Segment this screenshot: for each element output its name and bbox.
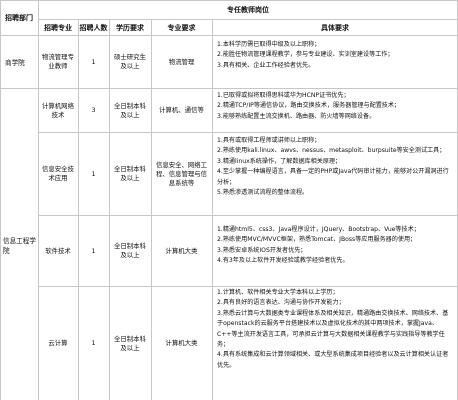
count-cell: 1 [91, 169, 96, 178]
major-cell: 云计算 [48, 339, 68, 347]
requirement-item: 2.能胜任物流管理课程教学，参与专业建设、实训室建设等工作； [217, 51, 394, 59]
requirement-item: 2.熟练使用MVC/MVVC框架，熟悉Tomcat、JBoss等应用服务器的使用… [217, 236, 417, 244]
requirement-item: 2.具有良好的语言表达、沟通与协作开发能力； [217, 299, 345, 307]
requirements-cell: 1.精通html5、css3、Java程序设计，JQuery、Bootstrap… [212, 216, 458, 286]
dept-cell: 商学院 [5, 59, 25, 67]
count-cell: 3 [91, 106, 96, 114]
header-edu: 学历要求 [116, 23, 144, 32]
header-dept: 招聘部门 [5, 14, 33, 22]
requirement-item: 1.本科学历需已取得中级及以上职称； [217, 41, 321, 48]
spec-cell: 计算机大类 [165, 246, 198, 255]
requirements-cell: 1.已取得或拟将取得思科或华为HCNP证书优先； 2.精通TCP/IP等通信协议… [212, 89, 458, 132]
major-cell: 物流管理专业教师 [42, 53, 74, 70]
requirement-item: 2.熟练使用kali.linux、awvs、nessus、metasploit、… [217, 147, 446, 155]
count-cell: 1 [91, 57, 96, 66]
spec-cell: 计算机、通信等 [159, 106, 204, 114]
count-cell: 1 [91, 339, 96, 347]
edu-cell: 全日制本科及以上 [114, 334, 146, 352]
header-group: 专任教师岗位 [227, 6, 269, 14]
spec-cell: 物流管理 [168, 57, 195, 66]
count-cell: 1 [91, 246, 96, 255]
requirement-item: 1.具有或取得工程师或讲师以上职称； [217, 137, 321, 144]
edu-cell: 全日制本科及以上 [114, 242, 146, 259]
requirement-item: 3.能够熟练配置主流交换机、路由器、防火墙等网络设备。 [217, 112, 376, 120]
requirement-item: 1.精通html5、css3、Java程序设计，JQuery、Bootstrap… [217, 226, 420, 233]
spec-cell: 计算机大类 [165, 339, 198, 347]
requirement-item: 4.具有系统集成和云计算领域相关、或大型系统集成项目经验者以及云计算相关认证者优… [217, 351, 449, 369]
requirement-item: 1.已取得或拟将取得思科或华为HCNP证书优先； [217, 92, 350, 99]
header-spec: 专业要求 [167, 23, 196, 32]
requirement-item: 3.精通linux系统操作，了解数据库相关原理； [217, 157, 342, 165]
edu-cell: 全日制本科及以上 [114, 165, 146, 182]
requirements-cell: 1.本科学历需已取得中级及以上职称； 2.能胜任物流管理课程教学，参与专业建设、… [212, 36, 458, 88]
requirements-cell: 1.计算机、软件相关专业大学本科以上学历； 2.具有良好的语言表达、沟通与协作开… [212, 287, 458, 400]
header-major: 招聘专业 [44, 23, 72, 32]
requirement-item: 3.熟悉安卓系统IOS开发者优先； [217, 246, 307, 254]
header-count: 招聘人数 [79, 23, 108, 32]
requirement-item: 4.至少掌握一种编程语言，具备一定的PHP或Java代码审计能力，能够对公开漏洞… [217, 168, 449, 186]
major-cell: 信息安全技术应用 [42, 165, 74, 182]
requirements-cell: 1.具有或取得工程师或讲师以上职称； 2.熟练使用kali.linux、awvs… [212, 133, 458, 215]
requirement-item: 3.具有相关、企业工作经验者优先。 [217, 61, 315, 69]
edu-cell: 硕士研究生及以上 [114, 53, 146, 70]
requirement-item: 4.有3年及以上软件开发经验或教学经验者优先。 [217, 257, 349, 265]
dept-cell: 信息工程学院 [3, 236, 36, 255]
edu-cell: 全日制本科及以上 [114, 101, 146, 119]
requirement-item: 1.计算机、软件相关专业大学本科以上学历； [217, 289, 339, 296]
major-cell: 软件技术 [45, 246, 71, 255]
spec-cell: 信息安全、网络工程、信息管理与信息系统等 [155, 160, 208, 187]
requirement-item: 5.熟悉渗透测试流程的整体流程。 [217, 189, 309, 197]
requirement-item: 2.精通TCP/IP等通信协议，路由交换技术，服务器管理与配置技术； [217, 102, 401, 110]
requirement-item: 3.熟悉云计算与大数据类专业课程体系及相关知识，精通路由交换技术、网络技术、基于… [217, 309, 449, 349]
major-cell: 计算机网络技术 [42, 101, 74, 119]
header-detail: 具体要求 [321, 23, 349, 32]
